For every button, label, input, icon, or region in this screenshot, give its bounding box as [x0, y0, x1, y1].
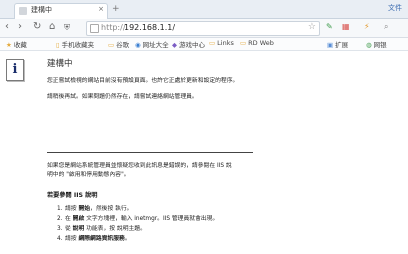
file-menu-button[interactable]: 文件: [388, 3, 402, 13]
bookmark-links[interactable]: ▭ Links: [209, 39, 234, 47]
page-favicon-icon: [19, 7, 27, 15]
page-title: 建構中: [47, 59, 73, 69]
paragraph-retry: 請稍後再試。如果問題仍然存在，請嘗試連絡網站管理員。: [47, 94, 198, 100]
url-scheme: http://: [101, 23, 126, 32]
paragraph-admin-line1: 如果您是網站系統管理員並懷疑您收到此訊息是錯誤的，請參閱在 IIS 說: [47, 163, 232, 169]
extensions-button[interactable]: ▣ 扩展: [327, 39, 348, 49]
bank-icon: ◍: [366, 41, 372, 49]
netbank-button[interactable]: ◍ 网银: [366, 39, 387, 49]
bookmark-game-center[interactable]: ◆ 游戏中心: [172, 39, 205, 49]
info-icon: i: [6, 59, 24, 81]
bookmark-website-all[interactable]: ◉ 网址大全: [135, 39, 169, 49]
list-item: 2. 在 開啟 文字方塊裡，輸入 inetmgr。IIS 管理員就會出現。: [57, 216, 219, 222]
lightning-icon[interactable]: ⚡: [364, 22, 370, 31]
new-tab-button[interactable]: +: [112, 4, 120, 14]
paragraph-intro: 您正嘗試檢視的網站目前沒有預設頁面。也許它正處於更新和設定的程序。: [47, 78, 239, 84]
star-icon: ★: [6, 41, 12, 49]
folder-icon: ▭: [209, 39, 216, 47]
list-item: 3. 從 說明 功能表，按 說明主題。: [57, 226, 146, 232]
tab-active[interactable]: 建構中 ×: [14, 3, 108, 19]
folder-icon: ▭: [108, 41, 115, 49]
phone-icon: ▯: [56, 41, 60, 49]
bookmark-mobile-favorites[interactable]: ▯ 手机收藏夹: [56, 39, 94, 49]
qr-icon[interactable]: ▦: [342, 22, 350, 31]
url-host: 192.168.1.1/: [124, 23, 176, 32]
address-bar: ‹ › ↻ ⌂ ⛨ http:// 192.168.1.1/ ☆ ✎ ▦ ⚡ ⌕: [0, 19, 408, 38]
gamepad-icon: ◆: [172, 41, 177, 49]
help-subheading: 若要參閱 IIS 說明: [47, 192, 98, 199]
divider: [47, 152, 253, 153]
search-icon[interactable]: ⌕: [384, 22, 388, 32]
tab-bar: 建構中 × + 文件: [0, 0, 408, 19]
refresh-button[interactable]: ↻: [33, 21, 41, 33]
tab-close-icon[interactable]: ×: [98, 5, 104, 13]
folder-icon: ▭: [240, 39, 247, 47]
forward-button[interactable]: ›: [18, 21, 22, 33]
translate-icon[interactable]: ✎: [326, 22, 333, 31]
bookmark-google[interactable]: ▭ 谷歌: [108, 39, 129, 49]
help-steps-list: 1. 請按 開始，然後按 執行。 2. 在 開啟 文字方塊裡，輸入 inetmgr。…: [57, 203, 218, 243]
home-button[interactable]: ⌂: [49, 21, 55, 33]
globe-icon: ◉: [135, 41, 141, 49]
url-input[interactable]: http:// 192.168.1.1/ ☆: [86, 21, 320, 36]
page-content: i 建構中 您正嘗試檢視的網站目前沒有預設頁面。也許它正處於更新和設定的程序。 …: [0, 51, 408, 254]
list-item: 1. 請按 開始，然後按 執行。: [57, 206, 133, 212]
bookmarks-bar: ★ 收藏 ▯ 手机收藏夹 ▭ 谷歌 ◉ 网址大全 ◆ 游戏中心 ▭ Links ▭ RD We…: [0, 38, 408, 51]
list-item: 4. 請按 網際網路資訊服務。: [57, 236, 131, 242]
puzzle-icon: ▣: [327, 41, 334, 49]
bookmark-rd-web[interactable]: ▭ RD Web: [240, 39, 274, 47]
tab-title: 建構中: [31, 6, 52, 14]
back-button[interactable]: ‹: [5, 21, 9, 33]
shield-icon[interactable]: ⛨: [64, 22, 70, 34]
star-icon[interactable]: ☆: [308, 22, 316, 32]
bookmark-favorites[interactable]: ★ 收藏: [6, 39, 27, 49]
paragraph-admin-line2: 明中的 "啟用和停用動態內容"。: [47, 172, 130, 178]
page-info-icon[interactable]: [90, 24, 99, 33]
